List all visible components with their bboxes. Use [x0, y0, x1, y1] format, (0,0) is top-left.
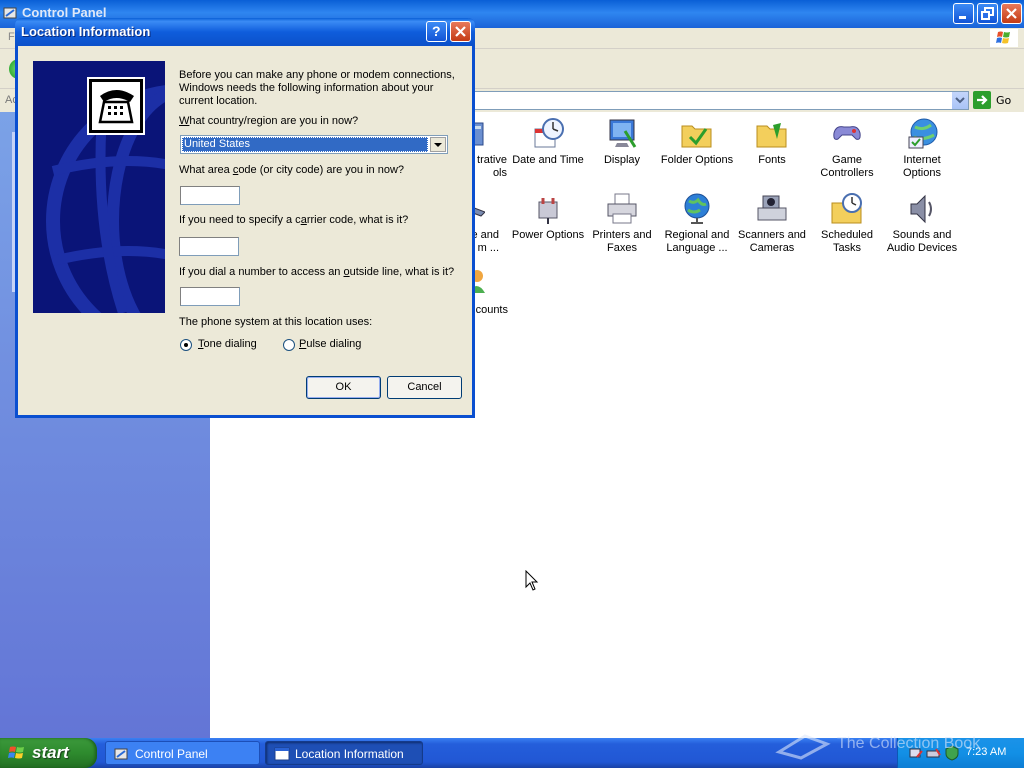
item-label: Scanners and Cameras — [738, 229, 806, 254]
outside-line-question-label: If you dial a number to access an outsid… — [179, 266, 455, 278]
pulse-dialing-radio[interactable] — [283, 339, 295, 351]
phone-system-label: The phone system at this location uses: — [179, 316, 373, 328]
country-selected-value: United States — [182, 137, 428, 152]
item-label: Internet Options — [903, 154, 941, 179]
item-display[interactable]: Display — [584, 117, 660, 167]
restore-button[interactable] — [977, 3, 998, 24]
location-information-dialog: Location Information ? Before you can ma… — [15, 18, 475, 418]
country-select[interactable]: United States — [180, 135, 448, 154]
tone-dialing-label[interactable]: Tone dialing — [198, 338, 257, 350]
item-scheduled-tasks[interactable]: Scheduled Tasks — [809, 192, 885, 255]
globe-icon — [680, 192, 714, 226]
restore-icon — [981, 7, 994, 20]
item-label: Printers and Faxes — [592, 229, 652, 254]
item-printers-and-faxes[interactable]: Printers and Faxes — [584, 192, 660, 255]
address-dropdown-button[interactable] — [952, 92, 968, 109]
item-fonts[interactable]: Fonts — [734, 117, 810, 167]
area-code-input[interactable] — [180, 186, 240, 205]
windows-logo-icon — [990, 29, 1018, 47]
window-icon — [274, 747, 290, 761]
internet-options-icon — [905, 117, 939, 151]
dialog-banner-image — [33, 61, 165, 313]
start-label: start — [32, 743, 69, 762]
dialog-title: Location Information — [21, 24, 151, 39]
item-label: Game Controllers — [820, 154, 874, 179]
item-game-controllers[interactable]: Game Controllers — [809, 117, 885, 180]
watermark-text: The Collection Book — [837, 735, 981, 752]
book-watermark-icon — [775, 734, 831, 760]
taskbar-button-label: Location Information — [295, 747, 404, 761]
dialog-close-button[interactable] — [450, 21, 471, 42]
tone-dialing-radio[interactable] — [180, 339, 192, 351]
close-icon — [1006, 8, 1017, 19]
close-icon — [455, 26, 466, 37]
address-input[interactable] — [470, 91, 969, 110]
windows-flag-icon — [8, 746, 24, 759]
minimize-button[interactable] — [953, 3, 974, 24]
folder-options-icon — [680, 117, 714, 151]
menu-file[interactable]: F — [8, 31, 15, 43]
ok-button[interactable]: OK — [306, 376, 381, 399]
taskbar-button-location-information[interactable]: Location Information — [265, 741, 423, 765]
carrier-question-label: If you need to specify a carrier code, w… — [179, 214, 409, 226]
game-controller-icon — [830, 117, 864, 151]
item-date-and-time[interactable]: Date and Time — [510, 117, 586, 167]
item-label: Folder Options — [660, 154, 734, 166]
item-sounds-and-audio[interactable]: Sounds and Audio Devices — [884, 192, 960, 255]
display-icon — [605, 117, 639, 151]
country-question-label: What country/region are you in now? — [179, 115, 359, 127]
pulse-dialing-label[interactable]: Pulse dialing — [299, 338, 361, 350]
taskbar-button-control-panel[interactable]: Control Panel — [105, 741, 260, 765]
item-label: Fonts — [758, 154, 786, 166]
item-label: Sounds and Audio Devices — [886, 229, 958, 254]
dialog-title-bar[interactable]: Location Information ? — [15, 18, 475, 46]
item-regional-and-language[interactable]: Regional and Language ... — [659, 192, 735, 255]
item-label: Display — [603, 154, 641, 166]
speaker-icon — [905, 192, 939, 226]
dropdown-arrow-icon — [434, 143, 442, 147]
item-power-options[interactable]: Power Options — [510, 192, 586, 242]
taskbar-button-label: Control Panel — [135, 747, 208, 761]
mouse-cursor-icon — [525, 570, 539, 591]
power-options-icon — [531, 192, 565, 226]
item-scanners-and-cameras[interactable]: Scanners and Cameras — [734, 192, 810, 255]
item-label: Power Options — [511, 229, 585, 241]
cancel-button[interactable]: Cancel — [387, 376, 462, 399]
scheduled-tasks-icon — [830, 192, 864, 226]
control-panel-icon — [114, 748, 128, 760]
help-button[interactable]: ? — [426, 21, 447, 42]
carrier-code-input[interactable] — [179, 237, 239, 256]
telephone-icon — [98, 90, 134, 124]
date-time-icon — [531, 117, 565, 151]
item-label: Regional and Language ... — [664, 229, 730, 254]
item-label: Scheduled Tasks — [821, 229, 873, 254]
go-arrow-icon — [973, 91, 991, 109]
close-button[interactable] — [1001, 3, 1022, 24]
minimize-icon — [959, 16, 966, 19]
start-button[interactable]: start — [0, 738, 97, 768]
item-internet-options[interactable]: Internet Options — [884, 117, 960, 180]
outside-line-input[interactable] — [180, 287, 240, 306]
scanner-icon — [755, 192, 789, 226]
chevron-down-icon — [955, 97, 965, 104]
country-dropdown-button[interactable] — [430, 137, 446, 152]
intro-text: Before you can make any phone or modem c… — [179, 69, 455, 107]
help-icon: ? — [432, 23, 441, 39]
go-button[interactable]: Go — [973, 91, 1021, 109]
fonts-folder-icon — [755, 117, 789, 151]
area-code-question-label: What area code (or city code) are you in… — [179, 164, 405, 176]
item-folder-options[interactable]: Folder Options — [659, 117, 735, 167]
printer-icon — [605, 192, 639, 226]
telephone-icon-frame — [87, 77, 145, 135]
go-label: Go — [996, 94, 1012, 107]
item-label: Date and Time — [512, 154, 584, 166]
